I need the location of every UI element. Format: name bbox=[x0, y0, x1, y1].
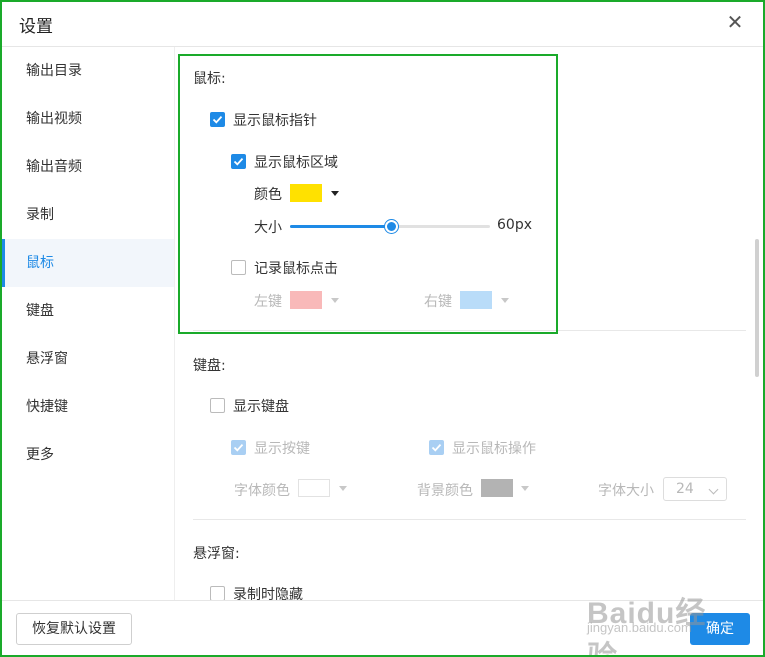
color-label: 颜色 bbox=[254, 187, 282, 203]
size-slider-fill bbox=[290, 225, 390, 228]
record-clicks-checkbox[interactable] bbox=[231, 260, 246, 275]
mouse-area-color-swatch[interactable] bbox=[290, 184, 322, 202]
section-divider bbox=[193, 519, 746, 520]
content-scrollbar[interactable] bbox=[755, 239, 759, 377]
dialog-title: 设置 bbox=[19, 17, 53, 37]
show-mouse-ops-checkbox[interactable] bbox=[429, 440, 444, 455]
ok-button[interactable]: 确定 bbox=[690, 613, 750, 645]
right-key-label: 右键 bbox=[424, 294, 452, 310]
chevron-down-icon[interactable] bbox=[331, 191, 339, 196]
size-value: 60px bbox=[497, 217, 532, 233]
left-key-label: 左键 bbox=[254, 294, 282, 310]
size-slider-handle[interactable] bbox=[385, 220, 398, 233]
keyboard-section-title: 键盘: bbox=[193, 358, 226, 374]
chevron-down-icon[interactable] bbox=[501, 298, 509, 303]
settings-dialog: 设置 ✕ 输出目录 输出视频 输出音频 录制 鼠标 键盘 悬浮窗 快捷键 更多 … bbox=[0, 0, 765, 657]
show-pointer-label: 显示鼠标指针 bbox=[233, 113, 317, 129]
font-size-value: 24 bbox=[676, 481, 694, 497]
show-keyboard-checkbox[interactable] bbox=[210, 398, 225, 413]
reset-defaults-button[interactable]: 恢复默认设置 bbox=[16, 613, 132, 645]
section-divider bbox=[193, 330, 746, 331]
chevron-down-icon[interactable] bbox=[339, 486, 347, 491]
sidebar-item-mouse[interactable]: 鼠标 bbox=[2, 239, 174, 287]
settings-content: 鼠标: 显示鼠标指针 显示鼠标区域 颜色 大小 60px 记录鼠标点击 左键 右… bbox=[175, 47, 761, 602]
chevron-down-icon[interactable] bbox=[521, 486, 529, 491]
size-label: 大小 bbox=[254, 220, 282, 236]
chevron-down-icon bbox=[708, 484, 719, 495]
show-pointer-checkbox[interactable] bbox=[210, 112, 225, 127]
sidebar-item-output-audio[interactable]: 输出音频 bbox=[2, 143, 174, 191]
sidebar-item-output-video[interactable]: 输出视频 bbox=[2, 95, 174, 143]
sidebar-item-recording[interactable]: 录制 bbox=[2, 191, 174, 239]
show-mouse-ops-label: 显示鼠标操作 bbox=[452, 441, 536, 457]
show-area-checkbox[interactable] bbox=[231, 154, 246, 169]
left-key-color-swatch[interactable] bbox=[290, 291, 322, 309]
sidebar-item-shortcuts[interactable]: 快捷键 bbox=[2, 383, 174, 431]
sidebar-item-output-dir[interactable]: 输出目录 bbox=[2, 47, 174, 95]
show-keyboard-label: 显示键盘 bbox=[233, 399, 289, 415]
show-keys-checkbox[interactable] bbox=[231, 440, 246, 455]
record-clicks-label: 记录鼠标点击 bbox=[254, 261, 338, 277]
title-bar: 设置 ✕ bbox=[2, 2, 763, 47]
font-color-swatch[interactable] bbox=[298, 479, 330, 497]
dialog-footer: 恢复默认设置 确定 bbox=[2, 600, 763, 655]
hide-when-recording-checkbox[interactable] bbox=[210, 586, 225, 601]
sidebar: 输出目录 输出视频 输出音频 录制 鼠标 键盘 悬浮窗 快捷键 更多 bbox=[2, 47, 175, 607]
bg-color-label: 背景颜色 bbox=[417, 483, 473, 499]
mouse-section-title: 鼠标: bbox=[193, 71, 226, 87]
font-size-label: 字体大小 bbox=[598, 483, 654, 499]
sidebar-item-floating-window[interactable]: 悬浮窗 bbox=[2, 335, 174, 383]
sidebar-item-keyboard[interactable]: 键盘 bbox=[2, 287, 174, 335]
font-size-select[interactable]: 24 bbox=[663, 477, 727, 501]
right-key-color-swatch[interactable] bbox=[460, 291, 492, 309]
show-keys-label: 显示按键 bbox=[254, 441, 310, 457]
sidebar-item-more[interactable]: 更多 bbox=[2, 431, 174, 479]
close-icon[interactable]: ✕ bbox=[724, 11, 746, 33]
floating-section-title: 悬浮窗: bbox=[193, 546, 240, 562]
show-area-label: 显示鼠标区域 bbox=[254, 155, 338, 171]
bg-color-swatch[interactable] bbox=[481, 479, 513, 497]
font-color-label: 字体颜色 bbox=[234, 483, 290, 499]
chevron-down-icon[interactable] bbox=[331, 298, 339, 303]
